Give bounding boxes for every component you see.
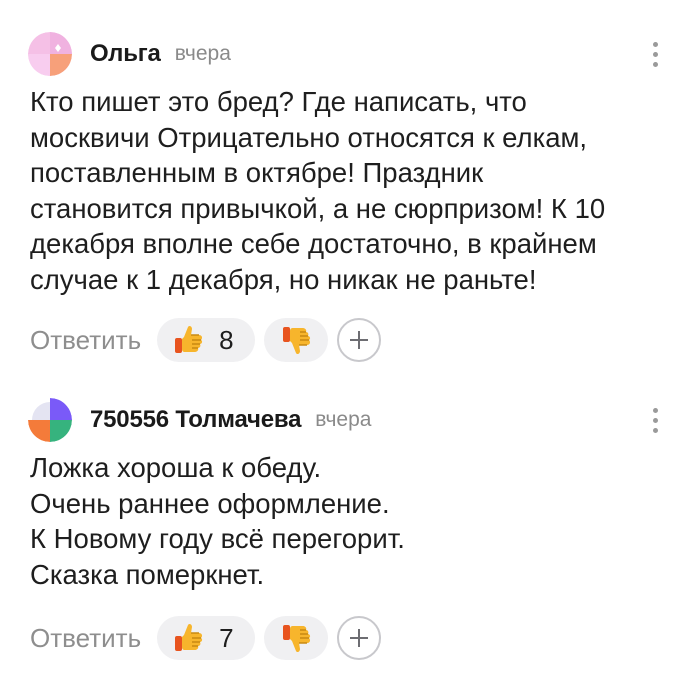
comment-text-line: случае к 1 декабря, но никак не раньте! xyxy=(30,263,537,295)
thumbs-up-emoji-icon xyxy=(171,323,205,357)
comment-text-line: становится привычкой, а не сюрпризом! К … xyxy=(30,192,606,224)
more-vertical-icon[interactable] xyxy=(646,38,666,72)
more-vertical-icon[interactable] xyxy=(646,404,666,438)
comment-text-line: Ложка хороша к обеду. xyxy=(30,452,322,483)
comment-time: вчера xyxy=(174,42,231,65)
comment-header: Ольга вчера xyxy=(28,32,231,76)
author-name[interactable]: Ольга xyxy=(90,40,161,68)
author-name[interactable]: 750556 Толмачева xyxy=(90,406,301,434)
avatar-icon xyxy=(28,32,72,76)
dislike-button[interactable] xyxy=(264,318,329,362)
avatar[interactable] xyxy=(28,398,72,442)
avatar[interactable] xyxy=(28,32,72,76)
reply-button[interactable]: Ответить xyxy=(30,623,141,654)
comment-text-line: Сказка померкнет. xyxy=(30,558,265,590)
comment-header: 750556 Толмачева вчера xyxy=(28,398,371,442)
comment-text-line: Очень раннее оформление. xyxy=(30,487,390,519)
comment-text-line: К Новому году всё перегорит. xyxy=(30,523,405,554)
thumbs-down-emoji-icon xyxy=(279,621,313,655)
add-reaction-button[interactable] xyxy=(337,616,382,660)
like-count: 7 xyxy=(219,622,234,653)
dislike-button[interactable] xyxy=(264,616,329,660)
comment-text-line: поставленным в октябре! Праздник xyxy=(30,157,484,188)
comment-text-line: москвичи Отрицательно относятся к елкам, xyxy=(30,121,588,153)
comment-text-line: декабря вполне себе достаточно, в крайне… xyxy=(30,228,597,259)
comment-text: Ложка хороша к обеду. Очень раннее оформ… xyxy=(30,450,680,592)
comment-actions: Ответить 7 xyxy=(30,616,382,660)
comment-text: Кто пишет это бред? Где написать, что мо… xyxy=(30,84,680,297)
like-count: 8 xyxy=(219,324,234,355)
comment-time: вчера xyxy=(315,408,372,431)
avatar-icon xyxy=(28,398,72,442)
thumbs-down-emoji-icon xyxy=(279,323,313,357)
comment-text-line: Кто пишет это бред? Где написать, что xyxy=(30,86,527,117)
comment-actions: Ответить 8 xyxy=(30,318,382,362)
like-button[interactable]: 7 xyxy=(157,616,256,660)
thumbs-up-emoji-icon xyxy=(171,621,205,655)
reply-button[interactable]: Ответить xyxy=(30,325,141,356)
add-reaction-button[interactable] xyxy=(337,318,382,362)
like-button[interactable]: 8 xyxy=(157,318,256,362)
